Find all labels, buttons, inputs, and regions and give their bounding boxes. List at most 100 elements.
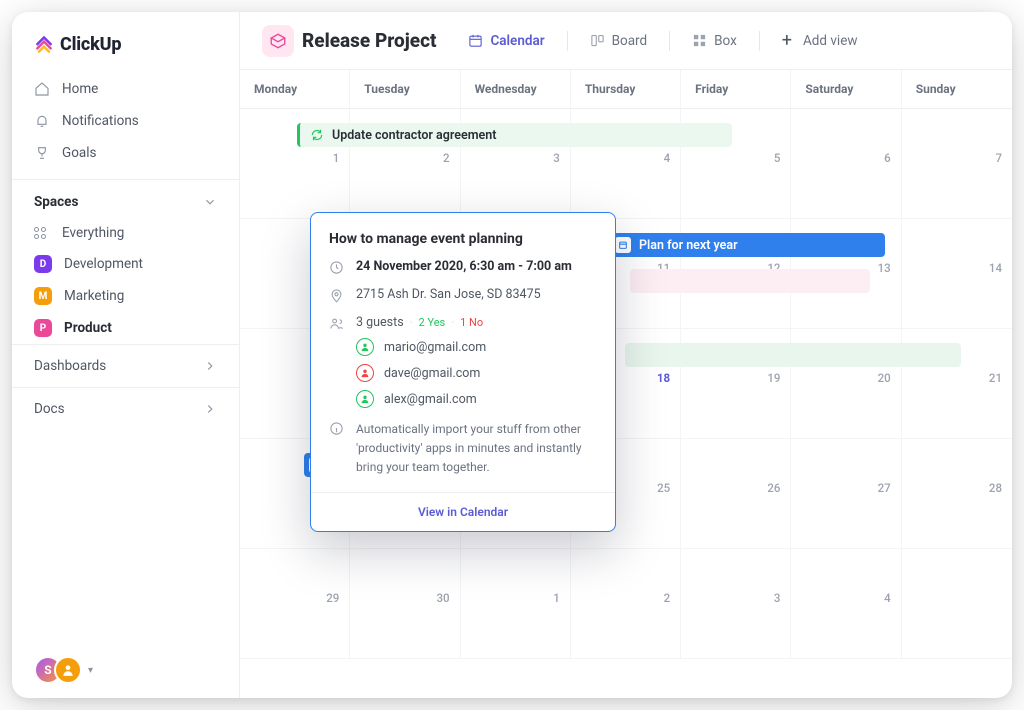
date-num: 27	[878, 481, 891, 495]
event-popover: How to manage event planning 24 November…	[310, 212, 616, 532]
date-num: 5	[774, 151, 781, 165]
guest-item: mario@gmail.com	[356, 338, 597, 356]
date-num: 21	[989, 371, 1002, 385]
nav-label: Notifications	[62, 113, 139, 129]
nav-goals[interactable]: Goals	[12, 137, 239, 169]
guests-no: 1 No	[460, 316, 483, 329]
calendar-cell[interactable]: 26	[681, 439, 791, 549]
location-icon	[329, 288, 344, 303]
section-dashboards[interactable]: Dashboards	[12, 344, 239, 387]
calendar-cell[interactable]: 29	[240, 549, 350, 659]
separator	[759, 31, 760, 51]
section-docs[interactable]: Docs	[12, 387, 239, 430]
space-badge: M	[34, 287, 52, 305]
date-num: 13	[878, 261, 891, 275]
view-label: Board	[612, 33, 648, 49]
date-num: 25	[657, 481, 670, 495]
topbar: Release Project Calendar Board Box +	[240, 12, 1012, 70]
project-icon	[262, 25, 294, 57]
user-menu[interactable]: S ▾	[12, 656, 239, 684]
date-num: 4	[884, 591, 891, 605]
guest-item: alex@gmail.com	[356, 390, 597, 408]
guest-item: dave@gmail.com	[356, 364, 597, 382]
chevron-right-icon	[203, 402, 217, 416]
event-contractor[interactable]: Update contractor agreement	[297, 123, 732, 147]
space-product[interactable]: P Product	[12, 312, 239, 344]
date-num: 4	[664, 151, 671, 165]
popover-datetime: 24 November 2020, 6:30 am - 7:00 am	[356, 259, 572, 274]
event-green[interactable]	[625, 343, 961, 367]
calendar-cell[interactable]: 3	[681, 549, 791, 659]
date-num: 19	[767, 371, 780, 385]
space-label: Marketing	[64, 288, 124, 304]
guests-yes: 2 Yes	[419, 316, 446, 329]
date-num: 3	[553, 151, 560, 165]
space-label: Development	[64, 256, 143, 272]
logo-text: ClickUp	[60, 34, 121, 55]
event-next-year[interactable]: Plan for next year	[605, 233, 885, 257]
popover-guests-summary: 3 guests · 2 Yes · 1 No	[356, 315, 597, 330]
calendar-icon	[468, 33, 483, 48]
space-badge: D	[34, 255, 52, 273]
calendar-cell[interactable]: 1	[461, 549, 571, 659]
calendar-cell[interactable]: 14	[902, 219, 1012, 329]
person-icon	[356, 364, 374, 382]
section-label: Dashboards	[34, 358, 106, 374]
board-icon	[590, 33, 605, 48]
view-in-calendar-link[interactable]: View in Calendar	[311, 493, 615, 531]
chevron-right-icon	[203, 359, 217, 373]
event-pink[interactable]	[630, 269, 870, 293]
day-header: Saturday	[791, 70, 901, 108]
popover-description: Automatically import your stuff from oth…	[356, 420, 597, 478]
day-header: Monday	[240, 70, 350, 108]
separator	[669, 31, 670, 51]
nav-label: Home	[62, 81, 98, 97]
date-num: 28	[989, 481, 1002, 495]
popover-location: 2715 Ash Dr. San Jose, SD 83475	[356, 287, 541, 302]
logo[interactable]: ClickUp	[12, 30, 239, 73]
popover-title: How to manage event planning	[329, 231, 597, 247]
day-header: Wednesday	[461, 70, 571, 108]
view-board[interactable]: Board	[580, 27, 658, 55]
add-view[interactable]: + Add view	[772, 26, 868, 56]
person-icon	[356, 338, 374, 356]
date-num: 2	[664, 591, 671, 605]
calendar-cell[interactable]: 30	[350, 549, 460, 659]
spaces-header[interactable]: Spaces	[12, 179, 239, 218]
nav-home[interactable]: Home	[12, 73, 239, 105]
info-icon	[329, 421, 344, 436]
calendar-cell[interactable]: 2	[571, 549, 681, 659]
calendar-cell[interactable]: 7	[902, 109, 1012, 219]
nav-label: Goals	[62, 145, 97, 161]
calendar-cell[interactable]: 4	[791, 549, 901, 659]
date-num: 6	[884, 151, 891, 165]
project-title: Release Project	[302, 29, 436, 52]
cube-icon	[269, 32, 287, 50]
nav-notifications[interactable]: Notifications	[12, 105, 239, 137]
view-box[interactable]: Box	[682, 27, 747, 55]
calendar-cell[interactable]: 28	[902, 439, 1012, 549]
day-header: Friday	[681, 70, 791, 108]
plus-icon: +	[782, 32, 792, 50]
calendar-cell[interactable]	[902, 549, 1012, 659]
space-everything[interactable]: Everything	[12, 218, 239, 248]
date-num: 30	[436, 591, 449, 605]
space-marketing[interactable]: M Marketing	[12, 280, 239, 312]
space-label: Everything	[62, 225, 124, 241]
date-num: 26	[767, 481, 780, 495]
date-num: 1	[553, 591, 560, 605]
calendar-cell[interactable]: 6	[791, 109, 901, 219]
spaces-header-label: Spaces	[34, 194, 78, 210]
date-num: 2	[443, 151, 450, 165]
space-development[interactable]: D Development	[12, 248, 239, 280]
space-label: Product	[64, 320, 112, 336]
section-label: Docs	[34, 401, 65, 417]
day-header: Tuesday	[350, 70, 460, 108]
day-header: Thursday	[571, 70, 681, 108]
date-num: 20	[878, 371, 891, 385]
calendar-cell[interactable]: 27	[791, 439, 901, 549]
date-num: 7	[995, 151, 1002, 165]
caret-down-icon: ▾	[88, 665, 93, 676]
view-calendar[interactable]: Calendar	[458, 27, 554, 55]
sync-icon	[310, 128, 324, 142]
